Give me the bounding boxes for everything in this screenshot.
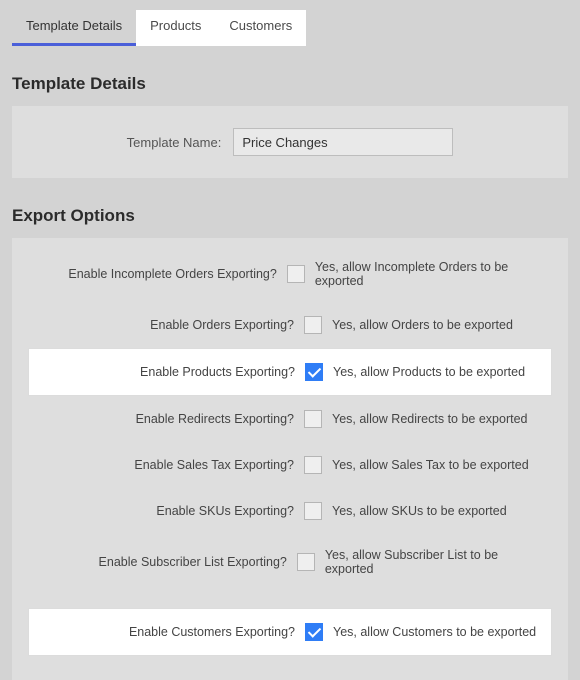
export-options-panel: Enable Incomplete Orders Exporting? Yes,… (12, 238, 568, 680)
option-label: Enable SKUs Exporting? (36, 504, 294, 518)
checkbox-products[interactable] (305, 363, 323, 381)
option-redirects: Enable Redirects Exporting? Yes, allow R… (28, 396, 552, 442)
option-products: Enable Products Exporting? Yes, allow Pr… (28, 348, 552, 396)
row-gap (28, 590, 552, 608)
tab-template-details[interactable]: Template Details (12, 10, 136, 46)
option-incomplete-orders: Enable Incomplete Orders Exporting? Yes,… (28, 246, 552, 302)
template-details-heading: Template Details (12, 74, 568, 94)
option-text: Yes, allow Orders to be exported (332, 318, 513, 332)
option-skus: Enable SKUs Exporting? Yes, allow SKUs t… (28, 488, 552, 534)
export-options-heading: Export Options (12, 206, 568, 226)
checkbox-sales-tax[interactable] (304, 456, 322, 474)
template-details-panel: Template Name: (12, 106, 568, 178)
option-label: Enable Redirects Exporting? (36, 412, 294, 426)
checkbox-skus[interactable] (304, 502, 322, 520)
checkbox-customers[interactable] (305, 623, 323, 641)
option-text: Yes, allow SKUs to be exported (332, 504, 507, 518)
checkbox-orders[interactable] (304, 316, 322, 334)
tabs-bar: Template Details Products Customers (0, 0, 580, 46)
option-text: Yes, allow Incomplete Orders to be expor… (315, 260, 544, 288)
option-text: Yes, allow Customers to be exported (333, 625, 536, 639)
option-orders: Enable Orders Exporting? Yes, allow Orde… (28, 302, 552, 348)
option-text: Yes, allow Redirects to be exported (332, 412, 527, 426)
option-text: Yes, allow Sales Tax to be exported (332, 458, 529, 472)
checkbox-subscriber-list[interactable] (297, 553, 315, 571)
tab-customers[interactable]: Customers (215, 10, 306, 46)
option-text: Yes, allow Subscriber List to be exporte… (325, 548, 544, 576)
option-subscriber-list: Enable Subscriber List Exporting? Yes, a… (28, 534, 552, 590)
checkbox-incomplete-orders[interactable] (287, 265, 305, 283)
checkbox-redirects[interactable] (304, 410, 322, 428)
option-text: Yes, allow Products to be exported (333, 365, 525, 379)
option-sales-tax: Enable Sales Tax Exporting? Yes, allow S… (28, 442, 552, 488)
option-label: Enable Subscriber List Exporting? (36, 555, 287, 569)
template-name-label: Template Name: (127, 135, 222, 150)
option-label: Enable Orders Exporting? (36, 318, 294, 332)
option-label: Enable Products Exporting? (37, 365, 295, 379)
option-label: Enable Incomplete Orders Exporting? (36, 267, 277, 281)
tab-products[interactable]: Products (136, 10, 215, 46)
template-name-row: Template Name: (28, 128, 552, 156)
option-customers: Enable Customers Exporting? Yes, allow C… (28, 608, 552, 656)
option-label: Enable Sales Tax Exporting? (36, 458, 294, 472)
option-label: Enable Customers Exporting? (37, 625, 295, 639)
template-name-input[interactable] (233, 128, 453, 156)
